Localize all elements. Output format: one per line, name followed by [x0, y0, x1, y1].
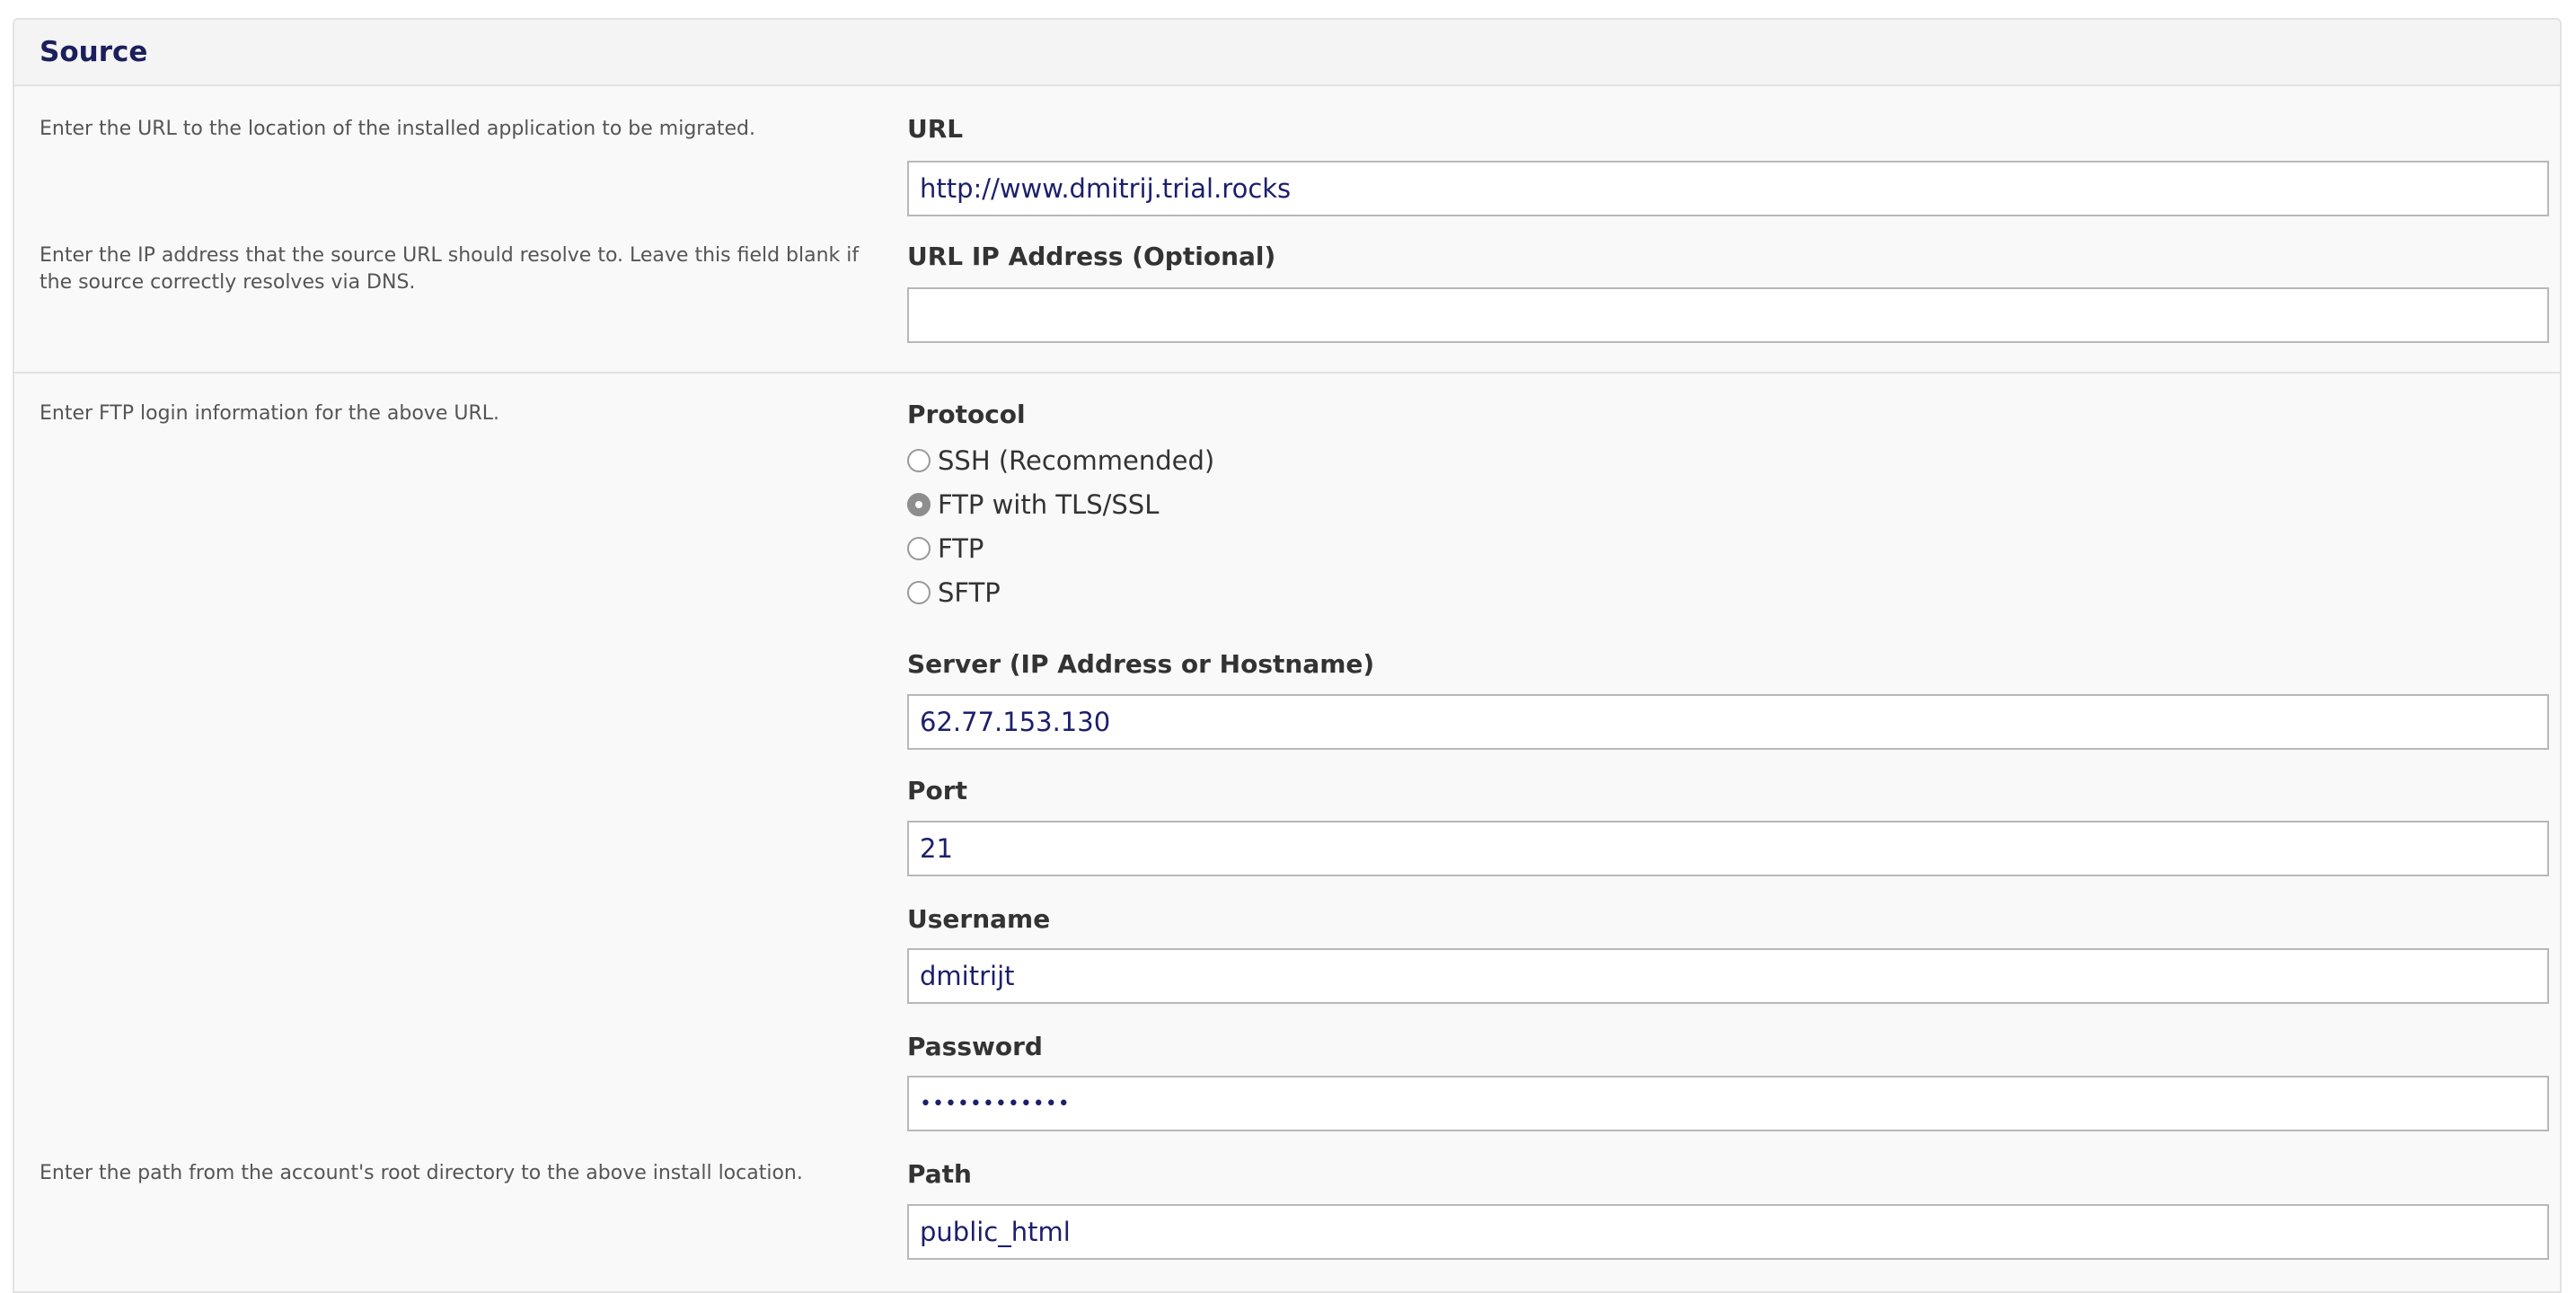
- section-divider: [14, 372, 2560, 374]
- radio-button[interactable]: [907, 449, 931, 472]
- protocol-label: Protocol: [907, 400, 1026, 429]
- url-input[interactable]: [907, 161, 2549, 216]
- radio-label: FTP with TLS/SSL: [938, 489, 1160, 520]
- path-label: Path: [907, 1159, 972, 1189]
- panel-title: Source: [40, 36, 148, 68]
- protocol-option-ftp-tls-ssl[interactable]: FTP with TLS/SSL: [907, 488, 1159, 522]
- path-help-text: Enter the path from the account's root d…: [40, 1162, 803, 1184]
- url-help-text: Enter the URL to the location of the ins…: [40, 118, 755, 140]
- server-input[interactable]: [907, 694, 2549, 750]
- password-label: Password: [907, 1032, 1043, 1061]
- ftp-help-text: Enter FTP login information for the abov…: [40, 402, 499, 425]
- protocol-option-sftp[interactable]: SFTP: [907, 576, 1001, 610]
- protocol-option-ssh[interactable]: SSH (Recommended): [907, 444, 1214, 478]
- ip-help-text: Enter the IP address that the source URL…: [40, 244, 860, 294]
- ip-address-input[interactable]: [907, 287, 2549, 343]
- panel-header: Source: [14, 20, 2560, 86]
- password-input[interactable]: [907, 1076, 2549, 1131]
- radio-label: SFTP: [938, 577, 1001, 608]
- radio-button[interactable]: [907, 581, 931, 604]
- source-panel: Source Enter the URL to the location of …: [13, 18, 2562, 1293]
- port-label: Port: [907, 776, 967, 805]
- radio-label: FTP: [938, 533, 984, 564]
- port-input[interactable]: [907, 821, 2549, 876]
- radio-button[interactable]: [907, 537, 931, 560]
- path-input[interactable]: [907, 1204, 2549, 1260]
- protocol-option-ftp[interactable]: FTP: [907, 532, 984, 566]
- server-label: Server (IP Address or Hostname): [907, 649, 1375, 679]
- url-label: URL: [907, 114, 964, 144]
- radio-label: SSH (Recommended): [938, 445, 1215, 476]
- radio-button-checked[interactable]: [907, 493, 931, 516]
- ip-label: URL IP Address (Optional): [907, 242, 1276, 271]
- username-label: Username: [907, 904, 1051, 934]
- username-input[interactable]: [907, 948, 2549, 1004]
